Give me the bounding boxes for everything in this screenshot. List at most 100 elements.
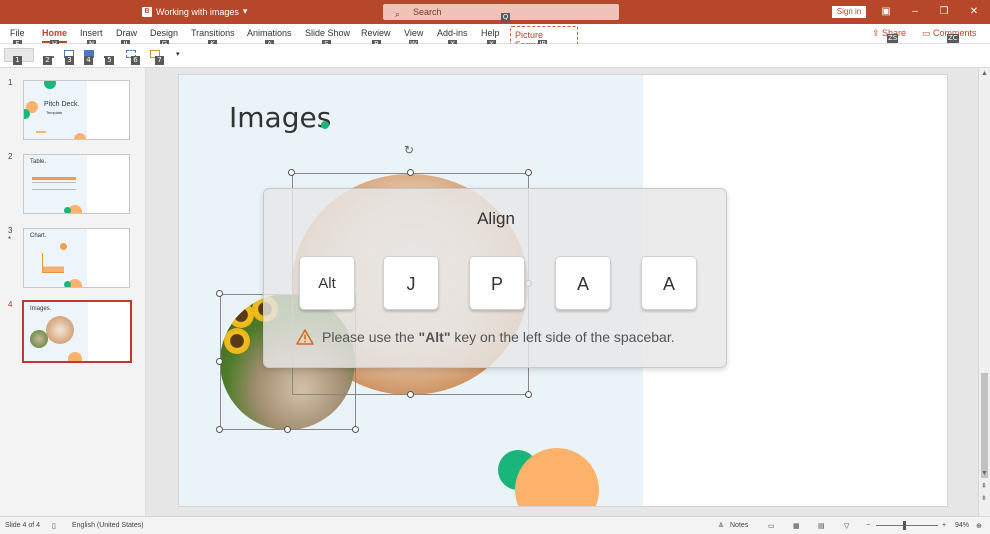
thumb-fox-image [46, 316, 74, 344]
warning-key: "Alt" [418, 329, 451, 345]
tab-design[interactable]: Design [150, 28, 178, 38]
thumb-dot [74, 133, 86, 139]
tab-home[interactable]: Home [42, 28, 68, 43]
slide-marker-3: * [8, 235, 12, 244]
slide-number-1: 1 [8, 78, 13, 87]
tab-animations[interactable]: Animations [247, 28, 292, 38]
slide-number-2: 2 [8, 152, 13, 161]
normal-view-icon[interactable]: ▭ [768, 522, 775, 530]
overlay-title: Align [477, 209, 515, 228]
thumb-chart-icon [36, 125, 46, 133]
warning-icon [296, 329, 314, 345]
slide-title[interactable]: Images [229, 101, 331, 134]
sign-in-button[interactable]: Sign in [832, 6, 866, 18]
document-title-text: Working with images [156, 6, 239, 17]
title-dot [321, 121, 329, 129]
warning-suffix: key on the left side of the spacebar. [450, 329, 675, 345]
thumb-title: Images. [30, 306, 52, 312]
powerpoint-logo-icon: B [142, 6, 152, 17]
previous-slide-icon[interactable]: ⇞ [981, 482, 987, 490]
keytip-tool-1: 1 [13, 56, 22, 65]
tab-slide-show[interactable]: Slide Show [305, 28, 350, 38]
resize-handle[interactable] [216, 358, 223, 365]
tab-view[interactable]: View [404, 28, 423, 38]
notes-icon: ≙ [718, 523, 724, 530]
tab-draw[interactable]: Draw [116, 28, 137, 38]
tab-file[interactable]: File [10, 28, 25, 38]
search-placeholder: Search [413, 7, 442, 17]
warning-prefix: Please use the [322, 329, 419, 345]
resize-handle[interactable] [284, 426, 291, 433]
zoom-level[interactable]: 94% [955, 522, 969, 529]
vertical-scrollbar[interactable]: ▲ ▼ ⇞ ⇟ [978, 68, 990, 516]
tab-add-ins[interactable]: Add-ins [437, 28, 468, 38]
resize-handle[interactable] [216, 290, 223, 297]
chevron-down-icon: ▾ [242, 6, 248, 16]
zoom-slider-track[interactable] [876, 525, 938, 526]
resize-handle[interactable] [352, 426, 359, 433]
language-indicator[interactable]: English (United States) [72, 522, 144, 529]
slide-sorter-icon[interactable]: ▦ [793, 522, 800, 530]
close-icon[interactable]: ✕ [965, 4, 983, 20]
fit-slide-icon[interactable]: ⊕ [976, 522, 982, 530]
keycap-a: A [555, 256, 611, 310]
thumb-title: Table. [30, 159, 47, 165]
slide-counter: Slide 4 of 4 [5, 522, 41, 529]
resize-handle[interactable] [288, 169, 295, 176]
tab-insert[interactable]: Insert [80, 28, 103, 38]
scroll-up-icon[interactable]: ▲ [981, 70, 988, 77]
keycap-p: P [469, 256, 525, 310]
resize-handle[interactable] [216, 426, 223, 433]
keytip-comments: ZC [947, 34, 959, 43]
thumb-title: Pitch Deck. [44, 101, 80, 108]
resize-handle[interactable] [407, 169, 414, 176]
scroll-thumb[interactable] [981, 373, 988, 478]
thumb-dot [64, 207, 71, 213]
resize-handle[interactable] [525, 169, 532, 176]
next-slide-icon[interactable]: ⇟ [981, 494, 987, 502]
slide-thumbnail-4[interactable]: Images. [22, 300, 132, 363]
keycap-a-2: A [641, 256, 697, 310]
resize-handle[interactable] [525, 391, 532, 398]
thumb-title: Chart. [30, 233, 47, 239]
thumb-table-header [32, 177, 76, 180]
slide-number-3: 3 [8, 226, 13, 235]
thumb-dot [60, 243, 67, 250]
restore-icon[interactable]: ❐ [935, 4, 953, 20]
keytip-tool-2: 2 [43, 56, 52, 65]
slide-thumbnails-panel: 1 Pitch Deck. Template 2 Table. 3 * Char… [0, 68, 146, 516]
thumb-subtitle: Template [46, 110, 63, 115]
thumb-bar-chart [42, 253, 64, 273]
zoom-slider-thumb[interactable] [903, 521, 906, 530]
minimize-icon[interactable]: – [906, 4, 924, 20]
slide-number-4: 4 [8, 300, 13, 309]
slide-thumbnail-2[interactable]: Table. [23, 154, 130, 214]
resize-handle[interactable] [407, 391, 414, 398]
notes-button[interactable]: Notes [730, 522, 748, 529]
scroll-down-icon[interactable]: ▼ [981, 470, 988, 477]
slideshow-icon[interactable]: ▽ [844, 522, 849, 530]
accessibility-icon[interactable]: ▯ [52, 522, 56, 530]
keycap-j: J [383, 256, 439, 310]
document-title[interactable]: B Working with images ▾ [142, 6, 247, 17]
warning-text: Please use the "Alt" key on the left sid… [322, 329, 675, 345]
slide-thumbnail-3[interactable]: Chart. [23, 228, 130, 288]
zoom-in-icon[interactable]: + [942, 522, 946, 529]
keytip-tool-3: 3 [65, 56, 74, 65]
customize-toolbar-icon[interactable]: ▾ [176, 50, 186, 58]
search-icon: ⌕ [395, 9, 401, 19]
keytip-tool-4: 4 [84, 56, 93, 65]
tab-help[interactable]: Help [481, 28, 500, 38]
tab-review[interactable]: Review [361, 28, 391, 38]
tab-transitions[interactable]: Transitions [191, 28, 235, 38]
reading-view-icon[interactable]: ▤ [818, 522, 825, 530]
zoom-out-icon[interactable]: − [866, 522, 870, 529]
keyboard-shortcut-overlay: Align Alt J P A A Please use the "Alt" k… [263, 188, 727, 368]
warning-message: Please use the "Alt" key on the left sid… [296, 329, 675, 345]
ribbon-display-icon[interactable]: ▣ [877, 4, 895, 20]
rotate-handle-icon[interactable]: ↻ [404, 143, 414, 157]
slide-thumbnail-1[interactable]: Pitch Deck. Template [23, 80, 130, 140]
comment-icon: ▭ [922, 28, 934, 38]
quick-toolbar: ▾ [0, 44, 990, 68]
thumb-hedgehog-image [30, 330, 48, 348]
